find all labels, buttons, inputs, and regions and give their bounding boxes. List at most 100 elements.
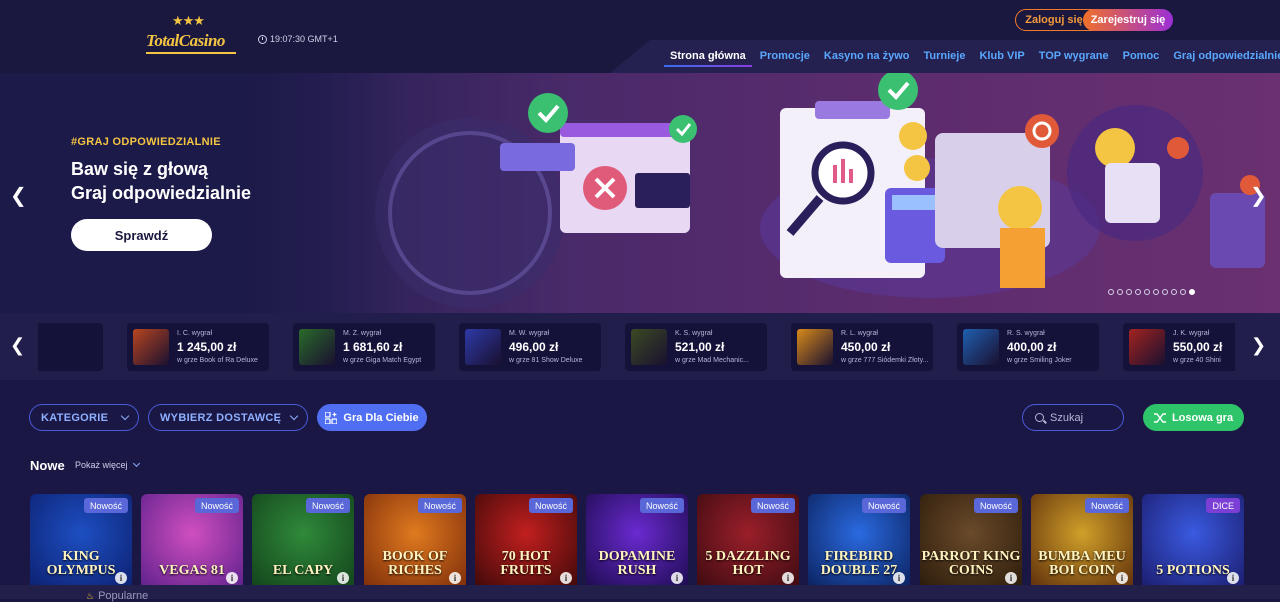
winner-card[interactable]: R. S. wygrał 400,00 zł w grze Smiling Joke… — [957, 323, 1099, 371]
winner-game-thumbnail — [465, 329, 501, 365]
info-icon[interactable]: i — [782, 572, 794, 584]
winner-user: I. C. wygrał — [177, 330, 213, 337]
banner-dot[interactable] — [1162, 289, 1168, 295]
info-icon[interactable]: i — [1227, 572, 1239, 584]
new-games-row: Nowość KING OLYMPUS i Nowość VEGAS 81 i Nowość… — [30, 494, 1250, 599]
info-icon[interactable]: i — [337, 572, 349, 584]
banner-cta-button[interactable]: Sprawdź — [71, 219, 212, 251]
winner-game: w grze 40 Shini — [1173, 357, 1221, 364]
popular-tab[interactable]: ♨ Popularne — [86, 590, 148, 602]
info-icon[interactable]: i — [449, 572, 461, 584]
section-title: Nowe — [30, 458, 65, 473]
winner-amount: 550,00 zł — [1173, 340, 1223, 354]
game-badge: DICE — [1206, 498, 1240, 513]
banner-headline-2: Graj odpowiedzialnie — [71, 183, 252, 203]
banner-prev-arrow-icon[interactable]: ❮ — [10, 183, 27, 207]
winner-game: w grze Mad Mechanic... — [675, 357, 749, 364]
banner-dot[interactable] — [1189, 289, 1195, 295]
categories-dropdown[interactable]: KATEGORIE — [29, 404, 139, 431]
banner-dot[interactable] — [1117, 289, 1123, 295]
winner-user: R. S. wygrał — [1007, 330, 1045, 337]
game-tile[interactable]: Nowość BUMBA MEU BOI COIN i — [1031, 494, 1133, 592]
banner-dot[interactable] — [1171, 289, 1177, 295]
info-icon[interactable]: i — [671, 572, 683, 584]
nav-vip-club[interactable]: Klub VIP — [979, 50, 1024, 62]
winner-game-thumbnail — [797, 329, 833, 365]
show-more-label: Pokaż więcej — [75, 460, 128, 470]
winner-card[interactable]: I. C. wygrał 1 245,00 zł w grze Book of Ra… — [127, 323, 269, 371]
banner-dot[interactable] — [1180, 289, 1186, 295]
nav-home[interactable]: Strona główna — [664, 50, 752, 67]
winner-amount: 496,00 zł — [509, 340, 559, 354]
winner-amount: 450,00 zł — [841, 340, 891, 354]
winner-card[interactable]: J. K. wygrał 550,00 zł w grze 40 Shini — [1123, 323, 1235, 371]
nav-responsible-gaming[interactable]: Graj odpowiedzialnie — [1173, 50, 1280, 62]
game-badge: Nowość — [861, 498, 906, 513]
game-tile[interactable]: Nowość 70 HOT FRUITS i — [475, 494, 577, 592]
random-game-label: Losowa gra — [1171, 411, 1234, 424]
winner-card[interactable]: M. Z. wygrał 1 681,60 zł w grze Giga Match… — [293, 323, 435, 371]
clock-time: 19:07:30 GMT+1 — [270, 34, 338, 44]
game-tile[interactable]: Nowość BOOK OF RICHES i — [364, 494, 466, 592]
game-badge: Nowość — [750, 498, 795, 513]
game-tile[interactable]: Nowość DOPAMINE RUSH i — [586, 494, 688, 592]
chevron-down-icon — [289, 411, 299, 421]
winner-game: w grze Book of Ra Deluxe — [177, 357, 258, 364]
info-icon[interactable]: i — [115, 572, 127, 584]
game-tile[interactable]: Nowość 5 DAZZLING HOT i — [697, 494, 799, 592]
info-icon[interactable]: i — [893, 572, 905, 584]
banner-dot[interactable] — [1153, 289, 1159, 295]
banner-dot[interactable] — [1126, 289, 1132, 295]
game-for-you-button[interactable]: Gra Dla Ciebie — [317, 404, 427, 431]
banner-dot[interactable] — [1135, 289, 1141, 295]
random-game-button[interactable]: Losowa gra — [1143, 404, 1244, 431]
info-icon[interactable]: i — [560, 572, 572, 584]
winner-amount: 1 681,60 zł — [343, 340, 403, 354]
bottom-bar — [0, 585, 1280, 599]
game-tile[interactable]: Nowość VEGAS 81 i — [141, 494, 243, 592]
banner-dot[interactable] — [1144, 289, 1150, 295]
search-input[interactable]: Szukaj — [1022, 404, 1124, 431]
provider-dropdown[interactable]: WYBIERZ DOSTAWCĘ — [148, 404, 308, 431]
search-placeholder: Szukaj — [1050, 411, 1084, 424]
clock: 19:07:30 GMT+1 — [258, 34, 338, 44]
info-icon[interactable]: i — [1116, 572, 1128, 584]
winner-game-thumbnail — [963, 329, 999, 365]
hero-banner[interactable]: #GRAJ ODPOWIEDZIALNIE Baw się z głową Gr… — [0, 73, 1280, 313]
logo-underline — [146, 52, 236, 54]
game-tile[interactable]: Nowość PARROT KING COINS i — [920, 494, 1022, 592]
responsible-gaming-illustration — [375, 73, 1265, 308]
banner-dot[interactable] — [1108, 289, 1114, 295]
winner-user: M. Z. wygrał — [343, 330, 382, 337]
nav-help[interactable]: Pomoc — [1123, 50, 1160, 62]
winners-prev-arrow-icon[interactable]: ❮ — [10, 335, 25, 356]
nav-live-casino[interactable]: Kasyno na żywo — [824, 50, 910, 62]
game-badge: Nowość — [528, 498, 573, 513]
login-button[interactable]: Zaloguj się — [1015, 9, 1093, 31]
winner-game: w grze 777 Siódemki Złoty... — [841, 357, 929, 364]
winners-track: złrwy 81 I. C. wygrał 1 245,00 zł w grze Bo… — [38, 323, 1235, 371]
nav-tournaments[interactable]: Turnieje — [924, 50, 966, 62]
winner-card[interactable]: K. S. wygrał 521,00 zł w grze Mad Mechanic… — [625, 323, 767, 371]
logo[interactable]: ★★★ TotalCasino — [146, 14, 238, 56]
winners-next-arrow-icon[interactable]: ❯ — [1251, 335, 1266, 356]
banner-pagination — [1108, 289, 1195, 295]
banner-next-arrow-icon[interactable]: ❯ — [1250, 183, 1267, 207]
nav-top-wins[interactable]: TOP wygrane — [1039, 50, 1109, 62]
winner-card[interactable]: R. L. wygrał 450,00 zł w grze 777 Siódemki… — [791, 323, 933, 371]
show-more-link[interactable]: Pokaż więcej — [75, 459, 140, 470]
winner-card[interactable]: M. W. wygrał 496,00 zł w grze 81 Show Delu… — [459, 323, 601, 371]
info-icon[interactable]: i — [226, 572, 238, 584]
info-icon[interactable]: i — [1005, 572, 1017, 584]
game-tile[interactable]: Nowość EL CAPY i — [252, 494, 354, 592]
register-button[interactable]: Zarejestruj się — [1083, 9, 1173, 31]
game-tile[interactable]: Nowość FIREBIRD DOUBLE 27 i — [808, 494, 910, 592]
game-tile[interactable]: Nowość KING OLYMPUS i — [30, 494, 132, 592]
winner-card[interactable]: złrwy 81 — [38, 323, 103, 371]
winner-game: w grze Giga Match Egypt — [343, 357, 422, 364]
nav-promotions[interactable]: Promocje — [760, 50, 810, 62]
game-tile[interactable]: DICE 5 POTIONS i — [1142, 494, 1244, 592]
winner-game: w grze 81 Show Deluxe — [509, 357, 583, 364]
game-badge: Nowość — [417, 498, 462, 513]
winner-user: K. S. wygrał — [675, 330, 713, 337]
